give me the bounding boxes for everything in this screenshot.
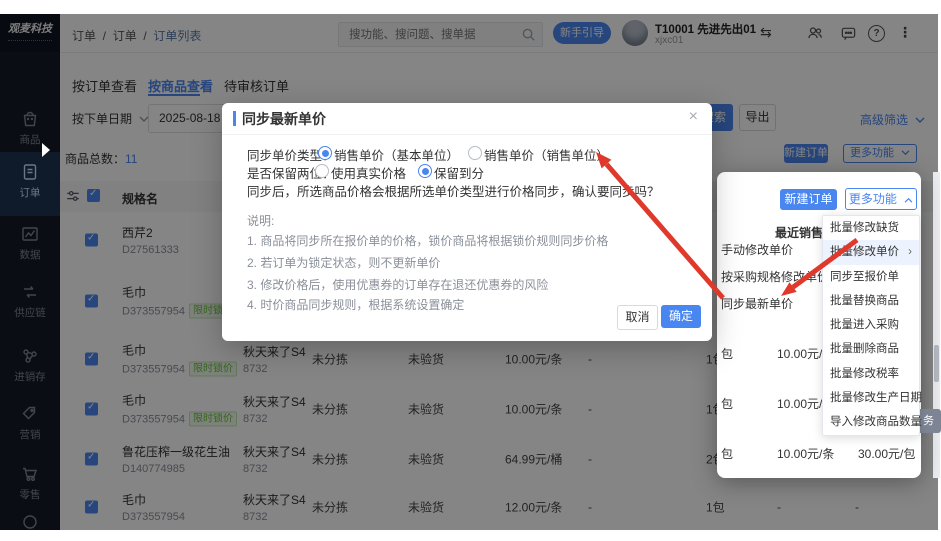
menu-item-batch-into-purchase[interactable]: 批量进入采购 xyxy=(823,313,919,337)
confirm-button[interactable]: 确定 xyxy=(661,305,701,328)
menu-item-batch-edit-price[interactable]: 批量修改单价 › xyxy=(823,240,919,264)
radio-real-price[interactable] xyxy=(315,164,329,178)
modal-title-accent xyxy=(233,111,236,126)
modal-divider xyxy=(222,134,712,135)
note-line: 1. 商品将同步所在报价单的价格，锁价商品将根据锁价规则同步价格 xyxy=(247,232,608,249)
radio-keep-cent[interactable] xyxy=(418,164,432,178)
confirm-question: 同步后，所选商品价格会根据所选单价类型进行价格同步，确认要同步吗？ xyxy=(247,181,660,200)
radio-label-keep-cent[interactable]: 保留到分 xyxy=(434,163,484,182)
sidebar-caret[interactable] xyxy=(42,143,50,157)
panel-unit-cell: 包 xyxy=(721,395,733,412)
note-line: 2. 若订单为锁定状态，则不更新单价 xyxy=(247,254,440,271)
menu-item-import-edit-quantity[interactable]: 导入修改商品数量 xyxy=(823,410,919,434)
submenu-item-edit-by-purchase-spec[interactable]: 按采购规格修改单价 xyxy=(721,268,829,285)
note-line: 3. 修改价格后，使用优惠券的订单存在退还优惠券的风险 xyxy=(247,276,548,293)
scrollbar-thumb[interactable] xyxy=(934,345,939,382)
menu-item-batch-delete-product[interactable]: 批量删除商品 xyxy=(823,337,919,361)
radio-label-real-price[interactable]: 使用真实价格 xyxy=(331,163,406,182)
modal-title: 同步最新单价 xyxy=(242,109,326,129)
more-functions-button[interactable]: 更多功能 xyxy=(845,188,917,210)
radio-label-sale-unit[interactable]: 销售单价（销售单位） xyxy=(484,145,609,164)
menu-item-batch-replace-product[interactable]: 批量替换商品 xyxy=(823,289,919,313)
close-icon[interactable]: × xyxy=(689,108,698,126)
menu-item-batch-edit-stockout[interactable]: 批量修改缺货 xyxy=(823,216,919,240)
panel-price-cell: 30.00元/包 xyxy=(858,445,915,462)
menu-item-batch-edit-production-date[interactable]: 批量修改生产日期 xyxy=(823,386,919,410)
notes-title: 说明: xyxy=(247,212,274,229)
radio-sale-price-sale-unit[interactable] xyxy=(468,146,482,160)
chevron-up-icon xyxy=(904,197,913,203)
app-root: 观麦科技 订单 / 订单 / 订单列表 新手引导 T10001 先进先出01 x… xyxy=(0,0,941,541)
menu-item-batch-edit-tax[interactable]: 批量修改税率 xyxy=(823,362,919,386)
radio-label-base-unit[interactable]: 销售单价（基本单位） xyxy=(334,145,459,164)
submenu-item-manual-edit-price[interactable]: 手动修改单价 xyxy=(721,241,793,258)
submenu-arrow-icon: › xyxy=(908,240,912,264)
sync-latest-price-modal: 同步最新单价 × 同步单价类型： 销售单价（基本单位） 销售单价（销售单位） 是… xyxy=(222,103,712,341)
radio-sale-price-base-unit[interactable] xyxy=(318,146,332,160)
panel-price-cell: 10.00元/条 xyxy=(777,445,834,462)
menu-item-sync-to-quotation[interactable]: 同步至报价单 xyxy=(823,265,919,289)
cancel-button[interactable]: 取消 xyxy=(617,305,658,330)
panel-unit-cell: 包 xyxy=(721,345,733,362)
new-order-button[interactable]: 新建订单 xyxy=(780,189,837,210)
panel-unit-cell: 包 xyxy=(721,445,733,462)
note-line: 4. 时价商品同步规则，根据系统设置确定 xyxy=(247,296,464,313)
more-functions-menu: 批量修改缺货 批量修改单价 › 同步至报价单 批量替换商品 批量进入采购 批量删… xyxy=(822,215,920,436)
submenu-item-sync-latest-price[interactable]: 同步最新单价 xyxy=(721,295,793,312)
